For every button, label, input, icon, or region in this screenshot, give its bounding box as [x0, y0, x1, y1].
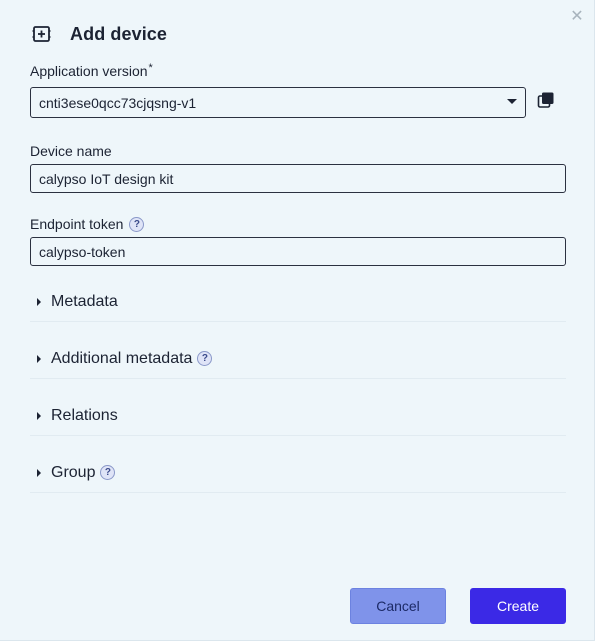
- section-label: Metadata: [51, 292, 118, 310]
- dialog-title: Add device: [70, 23, 168, 44]
- cancel-button[interactable]: Cancel: [350, 588, 446, 624]
- add-device-icon: [30, 22, 54, 46]
- app-version-label: Application version *: [30, 62, 153, 79]
- device-name-label: Device name: [30, 143, 112, 159]
- app-version-value: cnti3ese0qcc73cjqsng-v1: [39, 94, 197, 111]
- app-version-label-text: Application version: [30, 63, 148, 79]
- section-metadata[interactable]: Metadata: [30, 282, 566, 322]
- endpoint-token-label-text: Endpoint token: [30, 216, 124, 232]
- section-relations[interactable]: Relations: [30, 396, 566, 436]
- caret-right-icon: [37, 468, 41, 477]
- endpoint-token-input[interactable]: calypso-token: [30, 237, 566, 266]
- caret-right-icon: [37, 411, 41, 420]
- endpoint-token-label: Endpoint token ?: [30, 216, 145, 232]
- caret-right-icon: [37, 297, 41, 306]
- section-group[interactable]: Group ?: [30, 453, 566, 493]
- chevron-down-icon: [507, 99, 517, 104]
- section-label: Relations: [51, 406, 118, 424]
- app-version-select[interactable]: cnti3ese0qcc73cjqsng-v1: [30, 87, 526, 118]
- device-name-input[interactable]: calypso IoT design kit: [30, 164, 566, 193]
- caret-right-icon: [37, 354, 41, 363]
- create-button[interactable]: Create: [470, 588, 566, 624]
- dialog-header: Add device: [30, 22, 167, 46]
- device-name-label-text: Device name: [30, 143, 112, 159]
- help-icon[interactable]: ?: [129, 216, 145, 232]
- help-icon[interactable]: ?: [100, 465, 116, 480]
- endpoint-token-value: calypso-token: [39, 243, 126, 260]
- device-name-value: calypso IoT design kit: [39, 170, 174, 187]
- copy-icon[interactable]: [537, 91, 555, 109]
- section-additional-metadata[interactable]: Additional metadata ?: [30, 339, 566, 379]
- required-mark: *: [148, 62, 153, 74]
- help-icon[interactable]: ?: [197, 351, 213, 366]
- add-device-dialog: ✕ Add device Application version * cnti3e…: [0, 0, 595, 641]
- close-icon[interactable]: ✕: [569, 9, 585, 25]
- section-label: Additional metadata: [51, 349, 193, 367]
- section-label: Group: [51, 463, 96, 481]
